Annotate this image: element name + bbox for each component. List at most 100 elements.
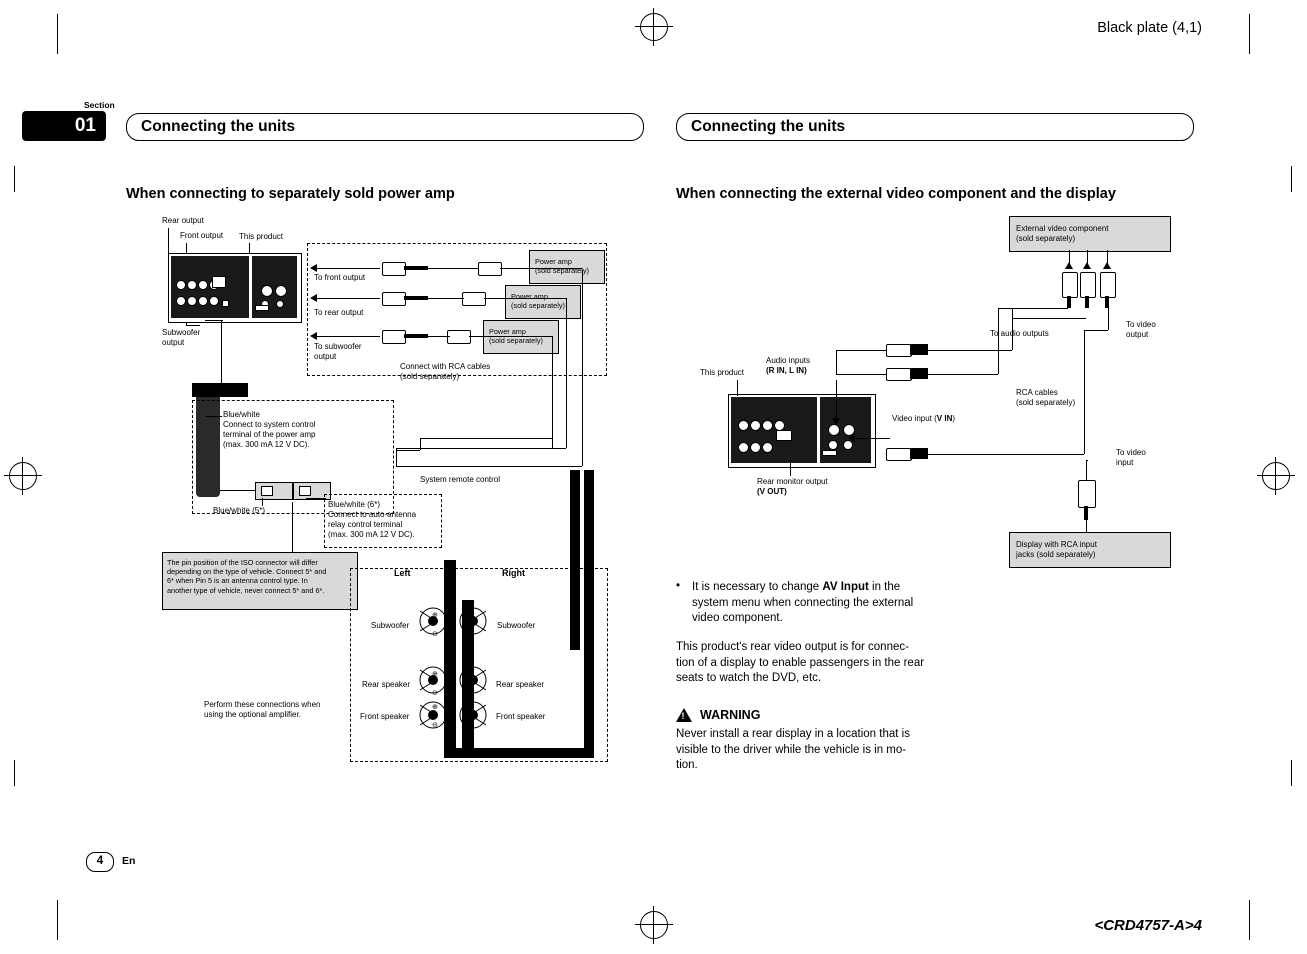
leader-bw6	[306, 498, 326, 499]
speaker-front-right	[458, 700, 488, 735]
rear-video-paragraph: This product's rear video output is for …	[676, 641, 925, 684]
label-rear-speaker-right: Rear speaker	[496, 680, 545, 689]
chapter-title-left: Connecting the units	[141, 118, 296, 135]
speaker-cable-bundle-3	[444, 748, 594, 758]
polarity-plus-rear-r: ⊕	[466, 671, 472, 678]
polarity-minus-sw-r: ⊖	[466, 631, 472, 638]
section-number: 01	[74, 115, 96, 136]
crd-code: <CRD4757-A>4	[1094, 917, 1202, 934]
polarity-minus-sw-l: ⊖	[432, 631, 438, 638]
leader-video-input	[852, 438, 890, 439]
external-video-component-label: External video component (sold separatel…	[1016, 224, 1109, 243]
label-rear-monitor-output: Rear monitor output	[757, 477, 828, 486]
leader-audio-inputs	[836, 380, 837, 420]
harness-wire	[221, 320, 222, 386]
crop-mark-left-lower	[14, 760, 15, 786]
bullet-text-bold: AV Input	[822, 581, 869, 593]
display-box-label: Display with RCA input jacks (sold separ…	[1016, 540, 1097, 559]
label-subwoofer-output: Subwoofer output	[162, 328, 201, 347]
label-front-speaker-right: Front speaker	[496, 712, 546, 721]
label-to-front-output: To front output	[314, 273, 366, 282]
iso-note-text: The pin position of the ISO connector wi…	[167, 558, 327, 595]
warning-icon	[676, 708, 692, 722]
label-rear-monitor-output-pin: (V OUT)	[757, 487, 787, 496]
label-to-video-input: To video input	[1116, 448, 1146, 467]
crop-mark-top-right	[1249, 14, 1250, 54]
page-number-badge: 4	[86, 852, 114, 872]
leader-subwoofer-output	[186, 325, 200, 326]
arrow-video-input	[848, 434, 855, 442]
chapter-bar-left: Connecting the units	[126, 113, 644, 141]
polarity-plus-sw-r: ⊕	[466, 612, 472, 619]
polarity-minus-front-r: ⊖	[466, 722, 472, 729]
heading-left: When connecting to separately sold power…	[126, 186, 455, 202]
polarity-minus-front-l: ⊖	[432, 722, 438, 729]
external-video-component-box: External video component (sold separatel…	[1009, 216, 1171, 252]
speaker-cable-riser2	[570, 470, 580, 650]
black-plate-label: Black plate (4,1)	[1097, 20, 1202, 36]
power-amp-box-3: Power amp (sold separately)	[483, 320, 559, 354]
leader-rear-monitor	[790, 458, 791, 476]
label-video-input: Video input (V IN)	[892, 414, 955, 424]
power-amp-box-2: Power amp (sold separately)	[505, 285, 581, 319]
display-box: Display with RCA input jacks (sold separ…	[1009, 532, 1171, 568]
language-label: En	[122, 855, 136, 867]
crop-mark-right-lower	[1291, 760, 1292, 786]
label-to-rear-output: To rear output	[314, 308, 364, 317]
label-blue-white-5: Blue/white (5*)	[213, 506, 266, 515]
display-cable-h	[1086, 460, 1088, 461]
label-connect-rca: Connect with RCA cables (sold separately…	[400, 362, 491, 381]
label-rca-cables: RCA cables (sold separately)	[1016, 388, 1076, 407]
blue-white-6-region	[324, 494, 442, 548]
leader-this-product-right	[737, 380, 738, 396]
crop-mark-right-upper	[1291, 166, 1292, 192]
label-right: Right	[502, 568, 525, 578]
polarity-minus-rear-r: ⊖	[466, 690, 472, 697]
video-input-bold: V IN	[936, 414, 953, 423]
label-audio-inputs-pins: (R IN, L IN)	[766, 366, 807, 375]
crop-mark-bottom-left	[57, 900, 58, 940]
arrow-audio-inputs	[832, 418, 840, 425]
harness-to-connector	[220, 490, 256, 491]
bullet-marker: •	[676, 580, 681, 592]
video-input-end: )	[952, 414, 956, 423]
chapter-bar-right: Connecting the units	[676, 113, 1194, 141]
label-rear-speaker-left: Rear speaker	[362, 680, 411, 689]
registration-mark-left	[4, 457, 42, 495]
display-plug	[1078, 480, 1096, 508]
harness-connector	[192, 383, 248, 397]
registration-mark-bottom	[635, 906, 673, 944]
label-to-subwoofer-output: To subwoofer output	[314, 342, 362, 361]
label-this-product: This product	[239, 232, 284, 241]
label-left: Left	[394, 568, 411, 578]
warning-text: Never install a rear display in a locati…	[676, 728, 910, 771]
crop-mark-bottom-right	[1249, 900, 1250, 940]
label-subwoofer-left: Subwoofer	[371, 621, 410, 630]
label-this-product-right: This product	[700, 368, 745, 377]
polarity-plus-front-r: ⊕	[466, 704, 472, 711]
power-amp-label-2: Power amp (sold separately)	[511, 292, 565, 311]
chapter-title-right: Connecting the units	[691, 118, 846, 135]
label-subwoofer-right: Subwoofer	[497, 621, 536, 630]
crop-mark-top-left	[57, 14, 58, 54]
section-badge: 01	[22, 111, 106, 141]
bullet-paragraph: It is necessary to change AV Input in th…	[692, 580, 934, 627]
registration-mark-top	[635, 8, 673, 46]
registration-mark-right	[1257, 457, 1295, 495]
label-front-output: Front output	[180, 231, 224, 240]
leader-iso-note	[292, 502, 293, 552]
iso-note-box: The pin position of the ISO connector wi…	[162, 552, 358, 610]
polarity-minus-rear-l: ⊖	[432, 690, 438, 697]
page-number: 4	[96, 855, 104, 867]
polarity-plus-sw-l: ⊕	[432, 612, 438, 619]
label-audio-inputs: Audio inputs	[766, 356, 811, 365]
video-input-text: Video input (	[892, 414, 937, 423]
display-plug-pin	[1084, 506, 1088, 520]
power-amp-box-1: Power amp (sold separately)	[529, 250, 605, 284]
leader-bw5	[262, 498, 263, 506]
warning-title: WARNING	[700, 708, 761, 722]
display-cable-down	[1086, 520, 1087, 532]
power-amp-label-1: Power amp (sold separately)	[535, 257, 589, 276]
speaker-cable-riser	[584, 470, 594, 756]
speaker-subwoofer-right	[458, 606, 488, 641]
